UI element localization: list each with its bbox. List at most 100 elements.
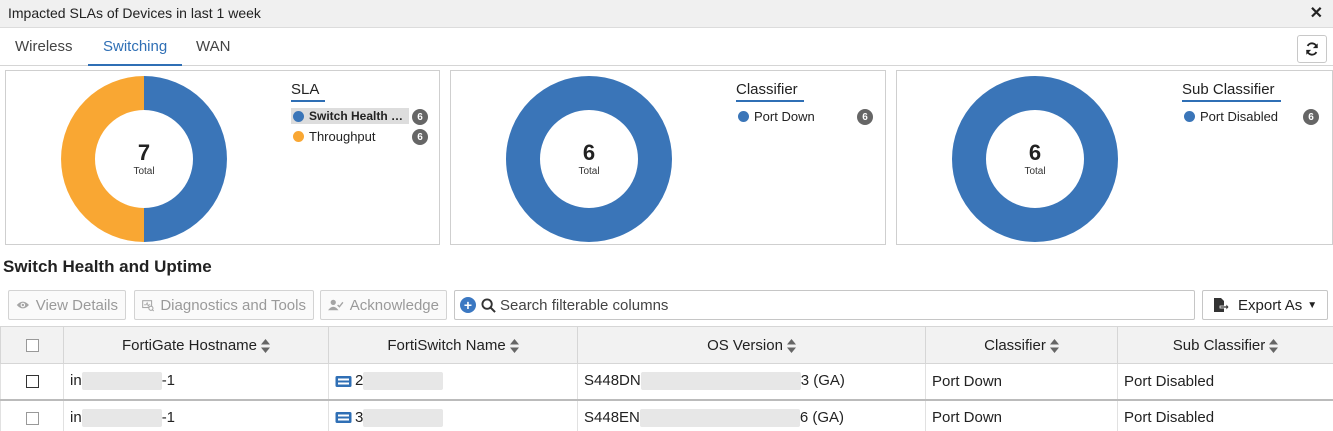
diagnostics-icon (142, 299, 155, 311)
sort-icon (261, 338, 271, 353)
hostname-suffix: -1 (161, 372, 176, 390)
section-title: Switch Health and Uptime (3, 257, 212, 276)
view-details-label: View Details (35, 296, 118, 314)
eye-icon (16, 301, 29, 309)
sub-classifier-cell: Port Disabled (1117, 398, 1333, 431)
hostname-text: in (70, 408, 82, 426)
count-badge: 6 (412, 129, 428, 145)
row-select-cell (0, 363, 64, 400)
sla-legend: SLA Switch Health an... 6 Throughput 6 (291, 81, 441, 146)
refresh-icon (1306, 42, 1318, 56)
tab-switching[interactable]: Switching (103, 38, 167, 55)
column-header-label: FortiSwitch Name (387, 336, 506, 354)
classifier-donut-chart (506, 76, 672, 242)
column-header-classifier[interactable]: Classifier (925, 326, 1118, 364)
sub-classifier-legend: Sub Classifier Port Disabled 6 (1182, 81, 1332, 126)
view-details-button[interactable]: View Details (8, 290, 126, 320)
fortiswitch-name-cell[interactable]: 2 (328, 363, 578, 400)
user-check-icon (328, 299, 344, 311)
classifier-chart-panel: 6 Total Classifier Port Down 6 (450, 70, 886, 245)
fortiswitch-name-cell[interactable]: 3 (328, 398, 578, 431)
row-checkbox[interactable] (25, 411, 39, 425)
classifier-cell: Port Down (925, 363, 1118, 400)
acknowledge-label: Acknowledge (349, 296, 439, 314)
column-header-label: OS Version (707, 336, 783, 354)
redacted-text (81, 408, 162, 427)
export-as-button[interactable]: Export As ▼ (1202, 290, 1328, 320)
os-version-suffix: 6 (GA) (799, 408, 845, 426)
legend-item-port-disabled[interactable]: Port Disabled 6 (1182, 106, 1332, 126)
donut-slice-throughput[interactable] (61, 76, 144, 242)
hostname-suffix: -1 (161, 408, 176, 426)
select-all-checkbox[interactable] (25, 339, 39, 353)
sla-legend-title: SLA (291, 81, 326, 102)
legend-dot (738, 110, 749, 122)
legend-dot (293, 130, 304, 142)
classifier-legend-title: Classifier (736, 81, 804, 102)
tab-wan[interactable]: WAN (196, 38, 230, 55)
switch-health-table: FortiGate Hostname FortiSwitch Name OS V… (0, 326, 1333, 431)
legend-item-switch-health[interactable]: Switch Health an... 6 (291, 106, 441, 126)
count-badge: 6 (412, 109, 428, 125)
os-version-cell: S448EN 6 (GA) (577, 398, 926, 431)
legend-dot (293, 110, 304, 122)
close-icon[interactable]: ✕ (1310, 3, 1323, 23)
redacted-text (640, 372, 801, 391)
column-header-os-version[interactable]: OS Version (577, 326, 926, 364)
tab-wireless[interactable]: Wireless (15, 38, 73, 55)
diagnostics-tools-label: Diagnostics and Tools (160, 296, 306, 314)
dialog-title-bar: Impacted SLAs of Devices in last 1 week … (0, 0, 1333, 28)
table-row[interactable]: in -1 2 S448DN 3 (GA) Port Down Port Disab… (0, 363, 1333, 400)
redacted-text (81, 372, 162, 391)
sub-classifier-cell: Port Disabled (1117, 363, 1333, 400)
add-filter-icon[interactable]: + (460, 297, 476, 313)
sub-classifier-chart-panel: 6 Total Sub Classifier Port Disabled 6 (896, 70, 1333, 245)
search-box[interactable]: + (454, 290, 1195, 320)
donut-slice-switch-health-an[interactable] (144, 76, 227, 242)
active-tab-indicator (88, 64, 182, 66)
column-header-sub-classifier[interactable]: Sub Classifier (1117, 326, 1333, 364)
column-header-label: Classifier (984, 336, 1046, 354)
fortigate-hostname-cell: in -1 (63, 398, 329, 431)
refresh-button[interactable] (1297, 35, 1327, 63)
sub-classifier-legend-title: Sub Classifier (1182, 81, 1281, 102)
table-row[interactable]: in -1 3 S448EN 6 (GA) Port Down Port Disab… (0, 398, 1333, 431)
switch-name-text: 2 (355, 372, 364, 390)
os-version-cell: S448DN 3 (GA) (577, 363, 926, 400)
export-as-label: Export As (1238, 296, 1303, 314)
donut-slice-port-down[interactable] (506, 76, 672, 242)
legend-item-port-down[interactable]: Port Down 6 (736, 106, 886, 126)
legend-label: Port Down (754, 108, 815, 124)
row-select-cell (0, 398, 64, 431)
switch-icon (335, 412, 352, 424)
acknowledge-button[interactable]: Acknowledge (320, 290, 447, 320)
redacted-text (363, 372, 444, 391)
sort-icon (1049, 338, 1059, 353)
export-file-icon (1214, 298, 1229, 312)
diagnostics-tools-button[interactable]: Diagnostics and Tools (134, 290, 314, 320)
column-header-label: Sub Classifier (1172, 336, 1266, 354)
column-header-fortigate-hostname[interactable]: FortiGate Hostname (63, 326, 329, 364)
os-version-text: S448EN (584, 408, 640, 426)
legend-dot (1184, 110, 1195, 122)
caret-down-icon: ▼ (1307, 299, 1318, 311)
row-checkbox[interactable] (25, 375, 39, 389)
select-all-header (0, 326, 64, 364)
sort-icon (786, 338, 796, 353)
switch-icon (335, 375, 352, 387)
donut-slice-port-disabled[interactable] (952, 76, 1118, 242)
search-input[interactable] (500, 296, 1150, 314)
sub-classifier-donut-chart (952, 76, 1118, 242)
legend-label: Port Disabled (1200, 108, 1279, 124)
fortigate-hostname-cell: in -1 (63, 363, 329, 400)
count-badge: 6 (1303, 109, 1319, 125)
os-version-suffix: 3 (GA) (800, 372, 845, 390)
sla-donut-chart (61, 76, 227, 242)
sort-icon (509, 338, 519, 353)
column-header-fortiswitch-name[interactable]: FortiSwitch Name (328, 326, 578, 364)
legend-item-throughput[interactable]: Throughput 6 (291, 126, 441, 146)
count-badge: 6 (857, 109, 873, 125)
legend-label: Switch Health an... (309, 109, 405, 123)
classifier-legend: Classifier Port Down 6 (736, 81, 886, 126)
os-version-text: S448DN (584, 372, 641, 390)
